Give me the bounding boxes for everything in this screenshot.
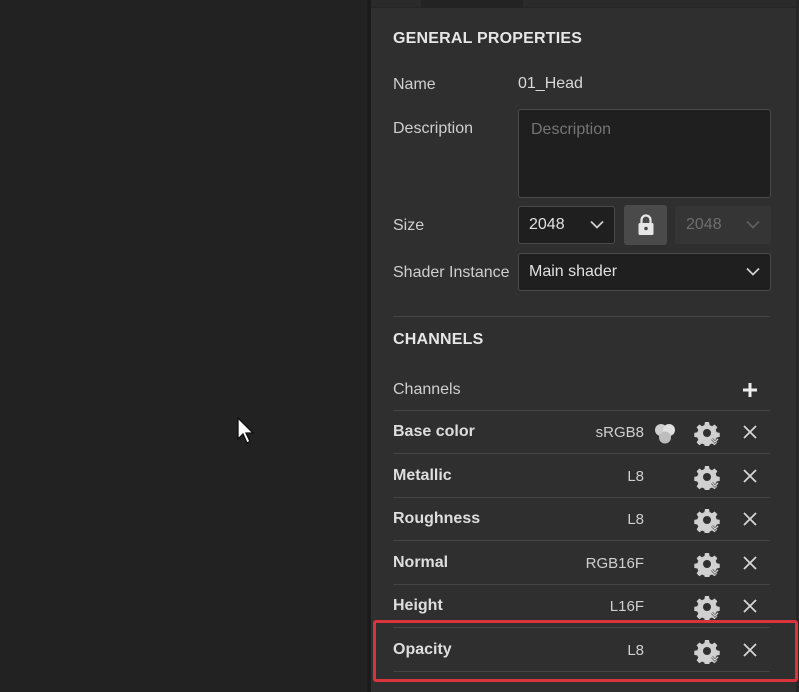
lock-icon: [638, 214, 653, 235]
chevron-down-icon: [590, 220, 604, 229]
channels-title: CHANNELS: [393, 331, 484, 348]
channels-label: Channels: [393, 381, 461, 398]
channel-format[interactable]: sRGB8: [596, 424, 644, 441]
chevron-down-icon: [746, 220, 760, 229]
name-label: Name: [393, 76, 436, 93]
channel-format[interactable]: L8: [627, 511, 644, 528]
close-icon[interactable]: [742, 555, 758, 571]
lock-button[interactable]: [624, 205, 667, 245]
tab-strip: [371, 0, 799, 8]
channel-format[interactable]: L8: [627, 468, 644, 485]
size-select[interactable]: 2048: [518, 206, 615, 244]
size-locked-value: 2048: [686, 216, 722, 233]
channel-row-base-color[interactable]: Base color sRGB8: [393, 411, 770, 454]
gear-icon[interactable]: [694, 507, 720, 533]
close-icon[interactable]: [742, 468, 758, 484]
size-label: Size: [393, 217, 425, 234]
channel-row-normal[interactable]: Normal RGB16F: [393, 542, 770, 585]
row-divider: [393, 540, 770, 541]
gear-icon[interactable]: [694, 551, 720, 577]
channel-name: Height: [393, 597, 443, 614]
description-field[interactable]: [518, 109, 771, 198]
size-select-value: 2048: [529, 216, 565, 233]
channel-name: Normal: [393, 554, 449, 571]
shader-instance-select[interactable]: Main shader: [518, 253, 771, 291]
viewport[interactable]: [0, 0, 367, 692]
size-locked-select: 2048: [675, 206, 771, 244]
close-icon[interactable]: [742, 598, 758, 614]
arrow-cursor-icon: [237, 417, 255, 444]
close-icon[interactable]: [742, 424, 758, 440]
channel-name: Roughness: [393, 510, 481, 527]
chevron-down-icon: [746, 267, 760, 276]
section-divider: [393, 316, 770, 317]
properties-panel: GENERAL PROPERTIES Name 01_Head Descript…: [371, 0, 799, 692]
color-mix-icon[interactable]: [652, 420, 678, 446]
channel-format[interactable]: L16F: [610, 598, 644, 615]
channel-row-roughness[interactable]: Roughness L8: [393, 498, 770, 541]
channel-name: Base color: [393, 423, 475, 440]
description-label: Description: [393, 120, 474, 137]
channel-format[interactable]: RGB16F: [586, 555, 644, 572]
channel-name: Metallic: [393, 467, 452, 484]
channel-row-metallic[interactable]: Metallic L8: [393, 455, 770, 498]
general-properties-title: GENERAL PROPERTIES: [393, 30, 583, 47]
row-divider: [393, 453, 770, 454]
gear-icon[interactable]: [694, 420, 720, 446]
add-channel-button[interactable]: [740, 380, 760, 400]
shader-instance-value: Main shader: [529, 263, 618, 280]
tab-active[interactable]: [421, 0, 523, 8]
gear-icon[interactable]: [694, 464, 720, 490]
shader-instance-label: Shader Instance: [393, 264, 510, 281]
name-value[interactable]: 01_Head: [518, 75, 583, 93]
highlight-box: [373, 620, 798, 682]
close-icon[interactable]: [742, 511, 758, 527]
gear-icon[interactable]: [694, 594, 720, 620]
